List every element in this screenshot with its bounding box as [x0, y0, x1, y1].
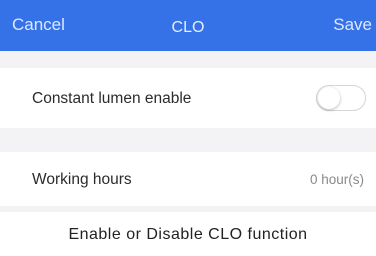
working-hours-value: 0 hour(s) — [309, 172, 364, 187]
constant-lumen-label: Constant lumen enable — [32, 90, 192, 107]
nav-bar: Cancel CLO Save — [0, 0, 376, 51]
section-divider — [0, 51, 376, 68]
section-divider — [0, 206, 376, 212]
toggle-knob — [318, 87, 340, 109]
working-hours-label: Working hours — [32, 171, 132, 188]
working-hours-row: Working hours 0 hour(s) — [0, 152, 376, 206]
constant-lumen-toggle[interactable] — [316, 85, 366, 111]
section-divider — [0, 128, 376, 152]
save-button[interactable]: Save — [333, 15, 372, 35]
constant-lumen-row[interactable]: Constant lumen enable — [0, 68, 376, 128]
page-title: CLO — [171, 19, 205, 36]
caption: Enable or Disable CLO function — [68, 226, 308, 243]
